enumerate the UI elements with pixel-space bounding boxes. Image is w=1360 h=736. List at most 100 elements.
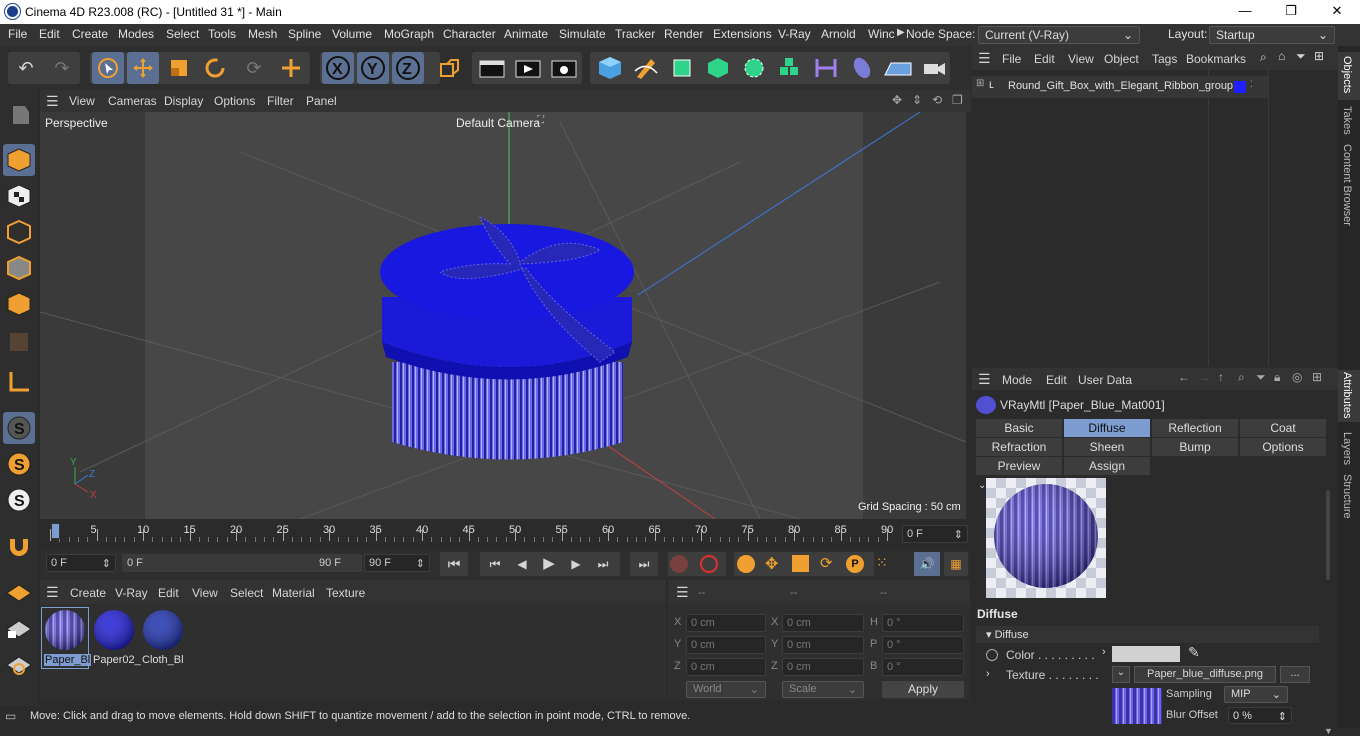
attr-tab-options[interactable]: Options <box>1240 438 1326 456</box>
size-field[interactable]: 0 cm <box>782 658 864 676</box>
tab-structure[interactable]: Structure <box>1341 474 1353 519</box>
color-animate-icon[interactable] <box>986 649 998 661</box>
color-swatch[interactable] <box>1112 646 1180 662</box>
locked-workplane-icon[interactable] <box>3 612 35 644</box>
keyframe-selection-icon[interactable] <box>737 555 755 573</box>
tab-content-browser[interactable]: Content Browser <box>1341 144 1353 226</box>
size-field[interactable]: 0 cm <box>782 636 864 654</box>
material-menu-create[interactable]: Create <box>70 586 106 600</box>
viewport-menu-view[interactable]: View <box>69 94 95 108</box>
attr-tab-preview-settings[interactable]: Preview Settings <box>976 457 1062 491</box>
previous-frame-icon[interactable]: ◀ <box>509 552 535 576</box>
snap-enable-icon[interactable]: S <box>3 484 35 516</box>
objects-menu-view[interactable]: View <box>1068 52 1094 66</box>
current-frame-field[interactable]: 0 F ⇕ <box>902 525 968 543</box>
new-window-icon[interactable]: ⊞ <box>1314 49 1324 63</box>
playhead-handle[interactable] <box>51 523 60 539</box>
viewport-menu-panel[interactable]: Panel <box>306 94 337 108</box>
rotate-tool-icon[interactable] <box>199 52 231 84</box>
go-to-end-icon[interactable]: ⏭ <box>630 552 658 576</box>
material-menu-edit[interactable]: Edit <box>158 586 179 600</box>
menu-item-mograph[interactable]: MoGraph <box>384 27 434 41</box>
add-move-icon[interactable] <box>275 52 307 84</box>
uv-mode-icon[interactable] <box>3 326 35 358</box>
polygons-mode-icon[interactable] <box>3 288 35 320</box>
render-picture-viewer-icon[interactable] <box>512 52 544 84</box>
viewport-menu-options[interactable]: Options <box>214 94 255 108</box>
tab-layers[interactable]: Layers <box>1341 432 1353 465</box>
material-menu-view[interactable]: View <box>192 586 218 600</box>
viewport-menu-cameras[interactable]: Cameras <box>108 94 157 108</box>
tab-takes[interactable]: Takes <box>1341 106 1353 135</box>
menu-item-file[interactable]: File <box>8 27 27 41</box>
target-icon[interactable]: ◎ <box>1292 370 1302 384</box>
autokey-icon[interactable] <box>700 555 718 573</box>
x-axis-lock-icon[interactable]: X <box>322 52 354 84</box>
scale-tool-icon[interactable] <box>163 52 195 84</box>
timeline-window-icon[interactable]: ▦ <box>944 552 968 576</box>
filter-icon[interactable]: ⏷ <box>1296 49 1306 64</box>
material-swatch[interactable]: Paper02_ <box>91 608 141 668</box>
menu-item-modes[interactable]: Modes <box>118 27 154 41</box>
objects-menu-edit[interactable]: Edit <box>1034 52 1055 66</box>
material-menu-texture[interactable]: Texture <box>326 586 365 600</box>
sound-scrub-icon[interactable]: 🔊 <box>914 552 940 576</box>
menu-item-simulate[interactable]: Simulate <box>559 27 606 41</box>
field-object-icon[interactable] <box>846 52 878 84</box>
menu-item-tools[interactable]: Tools <box>208 27 236 41</box>
objects-menu-object[interactable]: Object <box>1104 52 1139 66</box>
rotation-field[interactable]: 0 ° <box>882 614 964 632</box>
attr-tab-assign[interactable]: Assign <box>1064 457 1150 475</box>
minimize-button[interactable]: — <box>1222 0 1268 24</box>
axis-mode-icon[interactable] <box>3 366 35 398</box>
apply-button[interactable]: Apply <box>882 681 964 698</box>
menu-item-render[interactable]: Render <box>664 27 703 41</box>
material-menu-v-ray[interactable]: V-Ray <box>115 586 148 600</box>
close-button[interactable]: ✕ <box>1314 0 1360 24</box>
live-selection-icon[interactable] <box>92 52 124 84</box>
position-field[interactable]: 0 cm <box>686 636 766 654</box>
redo-icon[interactable]: ↷ <box>46 52 78 84</box>
texture-expand-icon[interactable]: › <box>986 668 990 680</box>
hamburger-icon[interactable]: ☰ <box>46 93 59 110</box>
subdivision-surface-icon[interactable] <box>666 52 698 84</box>
size-field[interactable]: 0 cm <box>782 614 864 632</box>
key-scale-icon[interactable] <box>792 555 809 572</box>
snap-settings-icon[interactable]: S <box>3 448 35 480</box>
key-pla-icon[interactable]: ⁙ <box>876 554 888 571</box>
menu-item-tracker[interactable]: Tracker <box>615 27 655 41</box>
eyedropper-icon[interactable]: ✎ <box>1188 644 1200 661</box>
3d-viewport[interactable]: Y Z X Perspective Default Camera ⛶ Grid … <box>40 112 966 519</box>
key-rotation-icon[interactable]: ⟳ <box>820 554 833 572</box>
next-frame-icon[interactable]: ▶ <box>563 552 589 576</box>
objects-menu-bookmarks[interactable]: Bookmarks <box>1186 52 1246 66</box>
layer-color-swatch[interactable] <box>1234 81 1246 93</box>
menu-item-volume[interactable]: Volume <box>332 27 372 41</box>
material-swatch[interactable]: Cloth_Bl <box>140 608 186 668</box>
mograph-cloner-icon[interactable] <box>774 52 806 84</box>
rotation-field[interactable]: 0 ° <box>882 658 964 676</box>
menu-item-winc[interactable]: Winc <box>868 27 895 41</box>
deformer-icon[interactable] <box>810 52 842 84</box>
attr-tab-diffuse[interactable]: Diffuse <box>1064 419 1150 437</box>
toggle-view-icon[interactable]: ❐ <box>952 93 963 107</box>
material-swatch[interactable]: Paper_Bl <box>41 607 92 669</box>
key-position-icon[interactable]: ✥ <box>765 554 778 574</box>
texture-browse-button[interactable]: ... <box>1280 666 1310 683</box>
attr-tab-sheen[interactable]: Sheen <box>1064 438 1150 456</box>
key-parameter-icon[interactable]: P <box>846 555 864 573</box>
snap-icon[interactable]: S <box>3 412 35 444</box>
render-view-icon[interactable] <box>476 52 508 84</box>
floor-object-icon[interactable] <box>882 52 914 84</box>
start-frame-field[interactable]: 0 F ⇕ <box>46 554 116 572</box>
attributes-hamburger-icon[interactable]: ☰ <box>978 371 991 388</box>
texture-menu-button[interactable]: ⌄ <box>1112 666 1130 683</box>
pen-spline-icon[interactable] <box>630 52 662 84</box>
up-arrow-icon[interactable]: ↑ <box>1218 370 1224 384</box>
back-arrow-icon[interactable]: ← <box>1178 370 1190 384</box>
workplane-icon[interactable] <box>3 576 35 608</box>
sampling-select[interactable]: MIP ⌄ <box>1224 686 1288 703</box>
objects-menu-file[interactable]: File <box>1002 52 1021 66</box>
size-mode-select[interactable]: Scale ⌄ <box>782 681 864 698</box>
menu-item-character[interactable]: Character <box>443 27 496 41</box>
